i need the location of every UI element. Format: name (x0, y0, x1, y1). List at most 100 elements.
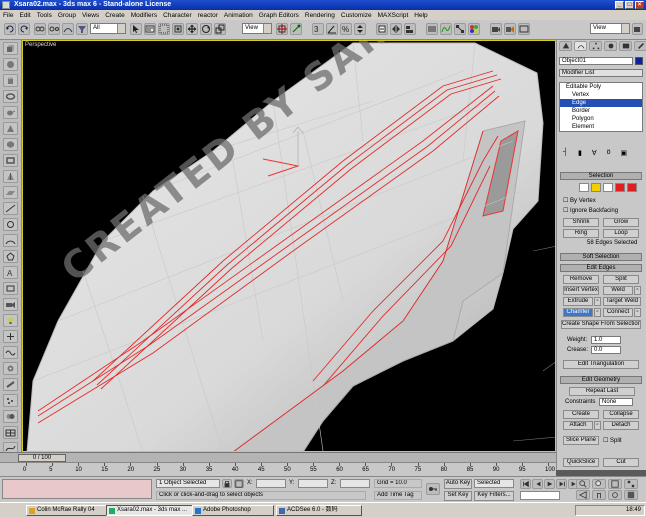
previous-frame-icon[interactable] (532, 479, 543, 489)
go-to-start-icon[interactable] (520, 479, 531, 489)
soft-selection-rollout-header[interactable]: Soft Selection (560, 253, 642, 261)
extrude-button[interactable]: Extrude (563, 297, 593, 306)
percent-snap-icon[interactable]: % (340, 23, 352, 35)
stack-item-polygon[interactable]: Polygon (560, 115, 642, 123)
set-key-icon[interactable] (426, 483, 440, 495)
edit-triangulation-button[interactable]: Edit Triangulation (563, 360, 639, 369)
object-name-field[interactable]: Object01 (559, 57, 633, 65)
scale-icon[interactable] (214, 23, 226, 35)
compound-tool-icon[interactable] (3, 410, 18, 423)
split-checkbox[interactable]: ☐ Split (603, 437, 622, 444)
detach-button[interactable]: Detach (603, 421, 639, 430)
absolute-mode-icon[interactable] (234, 479, 244, 488)
quickslice-button[interactable]: QuickSlice (563, 458, 599, 467)
slice-plane-button[interactable]: Slice Plane (563, 436, 599, 445)
snap-toggle-icon[interactable]: 3 (312, 23, 324, 35)
set-key-button[interactable]: Set Key (444, 491, 472, 501)
menu-maxscript[interactable]: MAXScript (378, 12, 409, 19)
light-tool-icon[interactable] (3, 314, 18, 327)
particle-tool-icon[interactable] (3, 394, 18, 407)
utilities-tab-icon[interactable] (634, 41, 646, 51)
by-vertex-checkbox[interactable]: ☐ By Vertex (563, 197, 596, 204)
rectangle-tool-icon[interactable] (3, 282, 18, 295)
perspective-viewport[interactable]: Perspective (22, 40, 556, 452)
create-tab-icon[interactable] (559, 41, 572, 51)
collapse-button[interactable]: Collapse (603, 410, 639, 419)
track-bar[interactable]: 0 5 10 15 20 25 30 35 40 45 50 55 60 65 70 75 80 85 90 95 10… (0, 462, 556, 476)
split-edge-button[interactable]: Split (603, 275, 639, 284)
remove-modifier-icon[interactable]: ö (607, 149, 611, 157)
menu-group[interactable]: Group (58, 12, 76, 19)
menu-modifiers[interactable]: Modifiers (131, 12, 157, 19)
rect-selection-icon[interactable] (158, 23, 170, 35)
auto-key-button[interactable]: Auto Key (444, 479, 472, 489)
key-mode-dropdown[interactable]: Selected (474, 479, 514, 488)
close-button[interactable]: × (635, 1, 644, 9)
polygon-level-icon[interactable] (615, 183, 625, 192)
vertex-level-icon[interactable] (579, 183, 589, 192)
maximize-button[interactable]: □ (625, 1, 634, 9)
plane-tool-icon[interactable] (3, 186, 18, 199)
weld-button[interactable]: Weld (603, 286, 633, 295)
y-coordinate-field[interactable] (298, 479, 328, 488)
selection-rollout-header[interactable]: Selection (560, 172, 642, 180)
schematic-view-icon[interactable] (454, 23, 466, 35)
hierarchy-tab-icon[interactable] (589, 41, 602, 51)
maximize-viewport-icon[interactable] (624, 490, 638, 500)
redo-icon[interactable] (18, 23, 30, 35)
attach-list-button[interactable]: ▫ (594, 421, 601, 430)
pyramid-tool-icon[interactable] (3, 170, 18, 183)
rotate-icon[interactable] (200, 23, 212, 35)
field-of-view-icon[interactable] (576, 490, 590, 500)
layer-manager-icon[interactable] (426, 23, 438, 35)
window-crossing-icon[interactable] (172, 23, 184, 35)
text-tool-icon[interactable]: A (3, 266, 18, 279)
box-tool-icon[interactable] (3, 42, 18, 55)
extrude-settings-button[interactable]: ▫ (594, 297, 601, 306)
named-selection-icon[interactable] (376, 23, 388, 35)
element-level-icon[interactable] (627, 183, 637, 192)
maxscript-listener[interactable] (2, 479, 152, 499)
ring-button[interactable]: Ring (563, 229, 599, 238)
make-unique-icon[interactable]: ∀ (592, 149, 597, 157)
task-3ds-max[interactable]: Xsara02.max - 3ds max ... (106, 505, 198, 516)
reference-coordinate-dropdown[interactable]: View (242, 23, 272, 34)
systems-tool-icon[interactable] (3, 362, 18, 375)
menu-rendering[interactable]: Rendering (305, 12, 335, 19)
align-icon[interactable] (404, 23, 416, 35)
curve-editor-icon[interactable] (440, 23, 452, 35)
torus-tool-icon[interactable] (3, 90, 18, 103)
stack-item-vertex[interactable]: Vertex (560, 91, 642, 99)
create-button[interactable]: Create (563, 410, 599, 419)
geosphere-tool-icon[interactable] (3, 138, 18, 151)
render-scene-icon[interactable] (490, 23, 502, 35)
menu-help[interactable]: Help (414, 12, 427, 19)
crease-spinner[interactable]: 0.0 (591, 346, 621, 354)
sphere-tool-icon[interactable] (3, 58, 18, 71)
menu-customize[interactable]: Customize (341, 12, 372, 19)
weight-spinner[interactable]: 1.0 (591, 336, 621, 344)
menu-create[interactable]: Create (105, 12, 125, 19)
selection-filter-icon[interactable] (76, 23, 88, 35)
named-selection-dropdown[interactable]: View (590, 23, 630, 34)
cut-button[interactable]: Cut (603, 458, 639, 467)
weld-settings-button[interactable]: ▫ (634, 286, 641, 295)
select-object-icon[interactable] (130, 23, 142, 35)
target-weld-button[interactable]: Target Weld (603, 297, 641, 306)
mirror-icon[interactable] (390, 23, 402, 35)
loop-button[interactable]: Loop (603, 229, 639, 238)
menu-character[interactable]: Character (163, 12, 192, 19)
bone-tool-icon[interactable] (3, 378, 18, 391)
ignore-backfacing-checkbox[interactable]: ☐ Ignore Backfacing (563, 207, 618, 214)
chamfer-settings-button[interactable]: ▫ (594, 308, 601, 317)
patch-tool-icon[interactable] (3, 426, 18, 439)
repeat-last-button[interactable]: Repeat Last (569, 387, 635, 396)
pan-icon[interactable] (592, 490, 606, 500)
bind-space-warp-icon[interactable] (62, 23, 74, 35)
quick-render-icon[interactable] (504, 23, 516, 35)
menu-file[interactable]: File (3, 12, 13, 19)
cone-tool-icon[interactable] (3, 122, 18, 135)
constraints-dropdown[interactable]: None (599, 398, 633, 406)
circle-tool-icon[interactable] (3, 218, 18, 231)
menu-edit[interactable]: Edit (19, 12, 30, 19)
